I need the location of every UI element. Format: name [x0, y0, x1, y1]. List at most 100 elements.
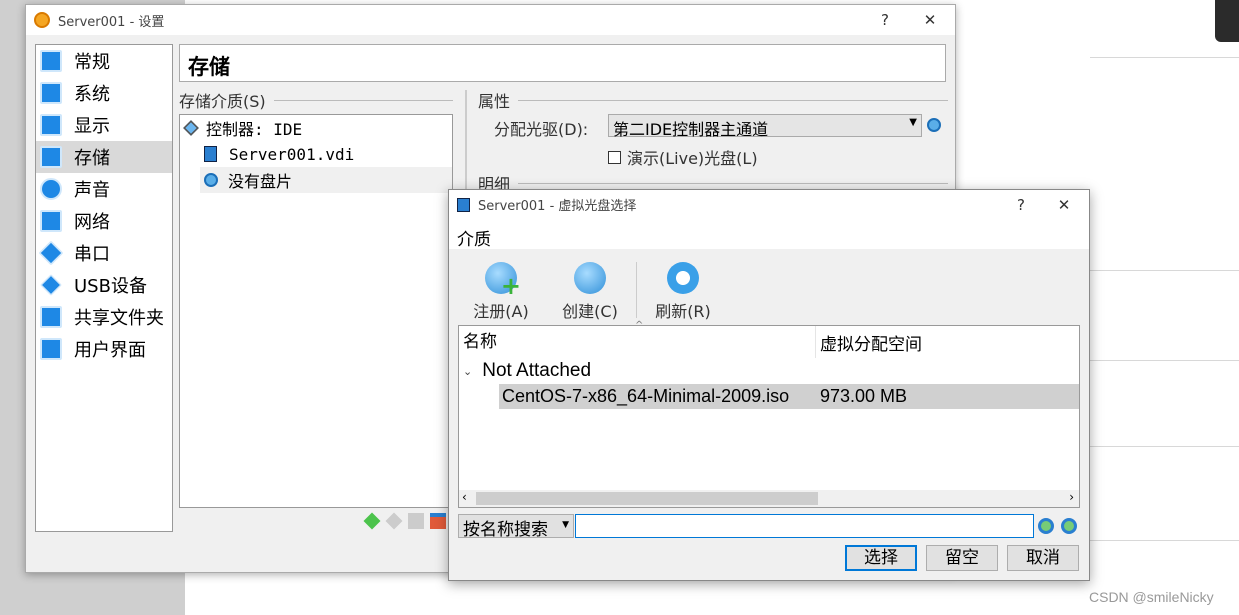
- usb-icon: [40, 274, 62, 296]
- storage-media-group: 存储介质(S): [179, 88, 453, 112]
- tree-item-disk[interactable]: Server001.vdi: [180, 141, 452, 167]
- divider: [1090, 540, 1239, 541]
- remove-attachment-icon[interactable]: [430, 513, 446, 529]
- select-value: 第二IDE控制器主通道: [613, 120, 769, 139]
- network-icon: [40, 210, 62, 232]
- divider: [1090, 446, 1239, 447]
- sidebar-item-user-interface[interactable]: 用户界面: [36, 333, 172, 365]
- toolbar-separator: [636, 262, 637, 318]
- group-row[interactable]: ⌄ Not Attached: [459, 358, 1079, 384]
- leave-empty-button[interactable]: 留空: [926, 545, 998, 571]
- dialog-icon: [457, 197, 470, 212]
- search-input[interactable]: [575, 514, 1034, 538]
- cancel-button[interactable]: 取消: [1007, 545, 1079, 571]
- sidebar-item-label: 用户界面: [74, 340, 146, 361]
- live-cd-checkbox[interactable]: 演示(Live)光盘(L): [608, 145, 758, 169]
- checkbox[interactable]: [608, 150, 621, 164]
- folder-icon: [40, 306, 62, 328]
- button-label: 注册(A): [473, 302, 529, 321]
- divider: [1090, 270, 1239, 271]
- storage-toolbar: [363, 512, 446, 530]
- tree-item-empty-optical[interactable]: 没有盘片: [200, 167, 452, 193]
- column-header-size[interactable]: 虚拟分配空间: [816, 330, 922, 355]
- chip-icon: [40, 82, 62, 104]
- dropdown-arrow-icon: ▼: [562, 520, 569, 530]
- dialog-title: Server001 - 虚拟光盘选择: [478, 199, 637, 214]
- sidebar-item-label: 串口: [74, 244, 110, 265]
- scroll-left-icon[interactable]: ‹: [462, 490, 467, 504]
- watermark: CSDN @smileNicky: [1089, 589, 1214, 605]
- sidebar-item-label: 共享文件夹: [74, 308, 164, 329]
- tree-item-label: 没有盘片: [228, 172, 293, 191]
- tree-item-controller[interactable]: 控制器: IDE: [180, 115, 452, 141]
- app-icon: [34, 12, 50, 28]
- close-button[interactable]: ✕: [910, 5, 950, 35]
- window-title: Server001 - 设置: [58, 14, 165, 30]
- optical-disc-icon: [204, 173, 218, 187]
- divider: [1090, 57, 1239, 58]
- settings-sidebar: 常规 系统 显示 存储 声音 网络 串口 USB设备 共享文件夹 用户界面: [35, 44, 173, 532]
- divider: [1090, 360, 1239, 361]
- refresh-icon: [667, 262, 699, 294]
- dialog-title-bar: Server001 - 虚拟光盘选择 ? ✕: [449, 190, 1089, 219]
- controller-icon: [183, 120, 199, 136]
- sidebar-item-usb[interactable]: USB设备: [36, 269, 172, 301]
- sidebar-item-general[interactable]: 常规: [36, 45, 172, 77]
- sidebar-item-label: 存储: [74, 148, 110, 169]
- add-controller-icon[interactable]: [363, 512, 381, 530]
- monitor-icon: [40, 50, 62, 72]
- sidebar-item-system[interactable]: 系统: [36, 77, 172, 109]
- title-bar: Server001 - 设置 ? ✕: [26, 5, 955, 35]
- tree-item-label: Server001.vdi: [229, 144, 355, 164]
- sidebar-item-display[interactable]: 显示: [36, 109, 172, 141]
- group-label: 属性: [478, 92, 511, 111]
- group-label: Not Attached: [482, 360, 592, 381]
- sidebar-item-audio[interactable]: 声音: [36, 173, 172, 205]
- storage-icon: [40, 146, 62, 168]
- scrollbar-thumb[interactable]: [476, 492, 818, 505]
- scroll-right-icon[interactable]: ›: [1069, 490, 1074, 504]
- storage-tree[interactable]: 控制器: IDE Server001.vdi 没有盘片: [179, 114, 453, 508]
- sidebar-item-label: 网络: [74, 212, 110, 233]
- table-row[interactable]: CentOS-7-x86_64-Minimal-2009.iso 973.00 M…: [499, 384, 1079, 409]
- page-title: 存储: [179, 44, 946, 82]
- list-header: 名称 虚拟分配空间: [459, 326, 1079, 358]
- button-label: 创建(C): [562, 302, 618, 321]
- chevron-down-icon: ⌄: [463, 365, 473, 378]
- choose-disc-icon[interactable]: [927, 118, 941, 132]
- serial-port-icon: [38, 240, 64, 266]
- select-value: 按名称搜索: [463, 520, 548, 540]
- create-button[interactable]: 创建(C): [554, 262, 626, 322]
- optical-drive-select[interactable]: 第二IDE控制器主通道 ▼: [608, 114, 922, 139]
- menu-media[interactable]: 介质: [457, 230, 491, 250]
- menu-bar: 介质: [449, 219, 1089, 250]
- optical-drive-label: 分配光驱(D):: [494, 120, 589, 139]
- help-button[interactable]: ?: [865, 5, 905, 35]
- refresh-button[interactable]: 刷新(R): [647, 262, 719, 322]
- choose-button[interactable]: 选择: [845, 545, 917, 571]
- button-label: 刷新(R): [655, 302, 711, 321]
- cell-size: 973.00 MB: [820, 386, 908, 406]
- background-window-corner: [1215, 0, 1239, 42]
- horizontal-scrollbar[interactable]: ‹ ›: [459, 490, 1079, 507]
- remove-controller-icon[interactable]: [385, 512, 403, 530]
- sidebar-item-serial[interactable]: 串口: [36, 237, 172, 269]
- media-list[interactable]: ^ 名称 虚拟分配空间 ⌄ Not Attached CentOS-7-x86_6…: [458, 320, 1080, 508]
- sort-indicator-icon: ^: [635, 320, 644, 331]
- search-next-icon[interactable]: [1061, 518, 1077, 534]
- sidebar-item-storage[interactable]: 存储: [36, 141, 172, 173]
- window-icon: [40, 338, 62, 360]
- sidebar-item-label: 常规: [74, 52, 110, 73]
- sidebar-item-shared-folders[interactable]: 共享文件夹: [36, 301, 172, 333]
- splitter[interactable]: [465, 90, 467, 190]
- cell-name: CentOS-7-x86_64-Minimal-2009.iso: [502, 386, 790, 406]
- add-attachment-icon[interactable]: [408, 513, 424, 529]
- sidebar-item-network[interactable]: 网络: [36, 205, 172, 237]
- add-button[interactable]: + 注册(A): [465, 262, 537, 322]
- search-previous-icon[interactable]: [1038, 518, 1054, 534]
- tree-item-label: 控制器: IDE: [206, 120, 303, 139]
- search-mode-select[interactable]: 按名称搜索 ▼: [458, 514, 574, 540]
- help-button[interactable]: ?: [1001, 190, 1041, 219]
- close-button[interactable]: ✕: [1044, 190, 1084, 219]
- display-icon: [40, 114, 62, 136]
